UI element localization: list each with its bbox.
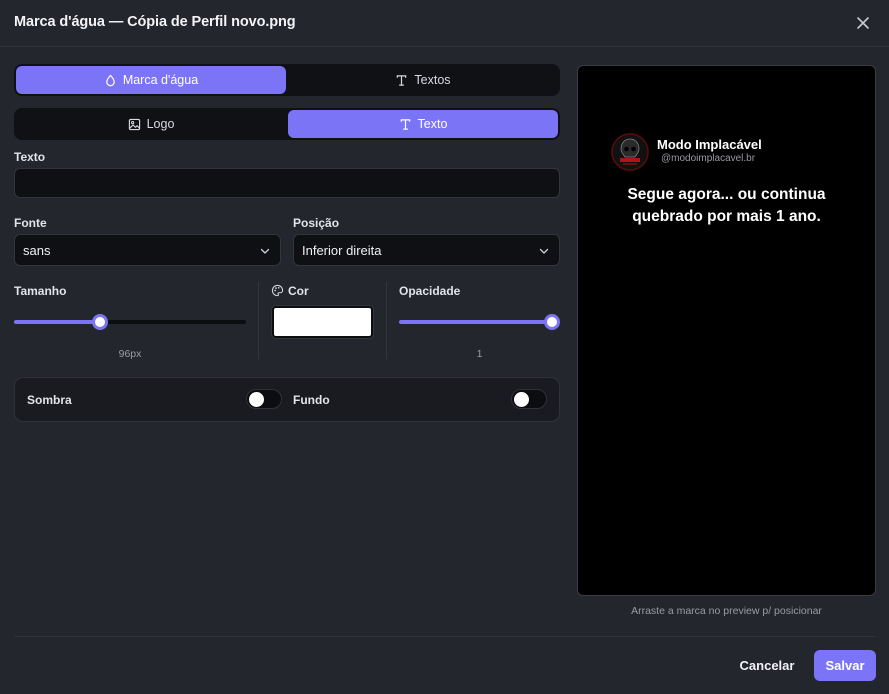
dialog-title: Marca d'água — Cópia de Perfil novo.png (14, 14, 296, 30)
shadow-label: Sombra (27, 393, 72, 407)
cancel-button[interactable]: Cancelar (732, 650, 802, 680)
size-label: Tamanho (14, 284, 67, 298)
font-select[interactable]: sans (14, 234, 281, 266)
opacity-value: 1 (476, 348, 483, 360)
color-swatch[interactable] (271, 305, 374, 339)
text-input[interactable] (14, 168, 560, 198)
divider (258, 282, 259, 359)
mode-tabs: Marca d'água Textos (14, 64, 560, 96)
preview-hint: Arraste a marca no preview p/ posicionar (631, 605, 822, 617)
droplet-icon (105, 74, 115, 86)
position-select[interactable]: Inferior direita (293, 234, 560, 266)
tab-watermark[interactable]: Marca d'água (16, 66, 286, 94)
close-icon[interactable] (854, 14, 872, 32)
tab-label: Texto (417, 117, 448, 131)
size-slider[interactable] (14, 314, 246, 330)
opacity-slider[interactable] (399, 314, 560, 330)
tab-texts[interactable]: Textos (288, 66, 558, 94)
tab-label: Marca d'água (122, 73, 199, 87)
kind-tabs: Logo Texto (14, 108, 560, 140)
background-toggle[interactable] (511, 389, 547, 409)
preview-canvas[interactable]: Modo Implacável @modoimplacavel.br Segue… (577, 65, 876, 596)
slider-thumb[interactable] (544, 314, 560, 330)
save-button[interactable]: Salvar (814, 650, 876, 681)
tab-logo[interactable]: Logo (16, 110, 286, 138)
toggle-row: Sombra Fundo (14, 377, 560, 422)
slider-thumb[interactable] (92, 314, 108, 330)
toggle-knob (249, 392, 264, 407)
position-select-value: Inferior direita (302, 242, 382, 258)
type-icon (400, 118, 410, 130)
preview-text: Segue agora... ou continua quebrado por … (627, 186, 826, 225)
tab-text[interactable]: Texto (288, 110, 558, 138)
skull-logo-icon (611, 133, 649, 171)
slider-fill (14, 320, 100, 324)
palette-icon (271, 284, 284, 297)
dialog-header: Marca d'água — Cópia de Perfil novo.png (0, 0, 889, 47)
watermark-dialog: Marca d'água — Cópia de Perfil novo.png … (0, 0, 889, 694)
chevron-down-icon (539, 248, 549, 254)
avatar (611, 133, 649, 171)
divider (386, 282, 387, 359)
size-value: 96px (118, 348, 142, 360)
shadow-toggle[interactable] (246, 389, 282, 409)
tab-label: Logo (146, 117, 175, 131)
type-icon (397, 74, 407, 86)
tab-label: Textos (414, 73, 451, 87)
text-field-label: Texto (14, 150, 46, 164)
color-label: Cor (288, 284, 309, 298)
toggle-knob (514, 392, 529, 407)
font-label: Fonte (14, 216, 47, 230)
footer-divider (14, 636, 875, 637)
chevron-down-icon (260, 248, 270, 254)
image-icon (128, 118, 140, 130)
position-label: Posição (293, 216, 340, 230)
font-select-value: sans (23, 242, 51, 258)
background-label: Fundo (293, 393, 330, 407)
watermark-name: Modo Implacável (657, 137, 762, 152)
watermark-handle: @modoimplacavel.br (661, 153, 756, 164)
slider-fill (399, 320, 552, 324)
opacity-label: Opacidade (399, 284, 461, 298)
